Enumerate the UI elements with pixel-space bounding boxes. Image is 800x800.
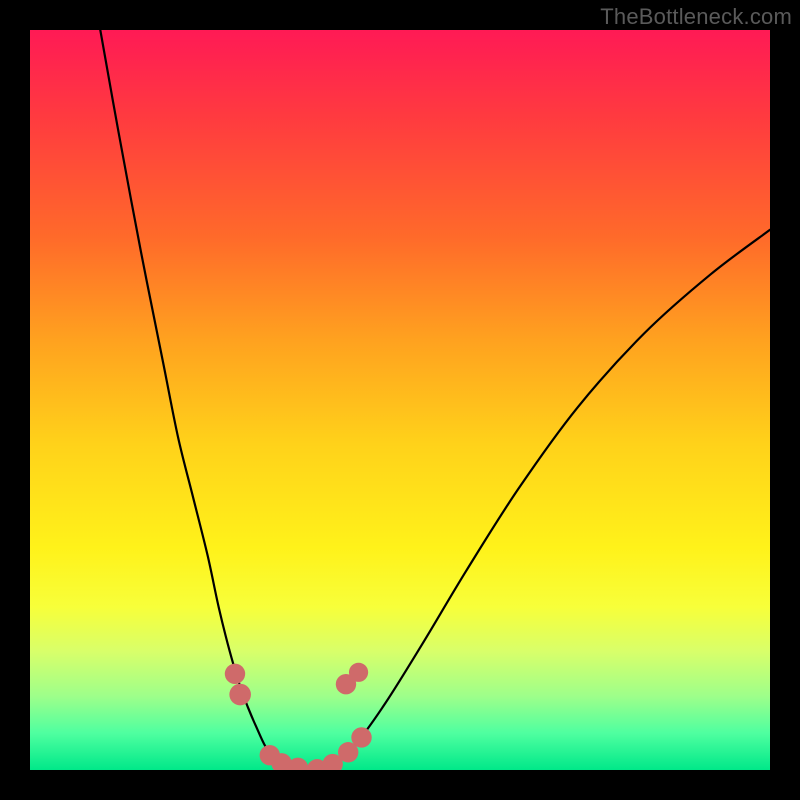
chart-frame: TheBottleneck.com — [0, 0, 800, 800]
data-marker — [349, 663, 368, 682]
data-marker — [225, 664, 245, 684]
bottleneck-curve — [30, 30, 770, 770]
watermark-text: TheBottleneck.com — [600, 4, 792, 30]
data-marker — [229, 684, 251, 706]
plot-area — [30, 30, 770, 770]
data-marker — [351, 727, 371, 747]
